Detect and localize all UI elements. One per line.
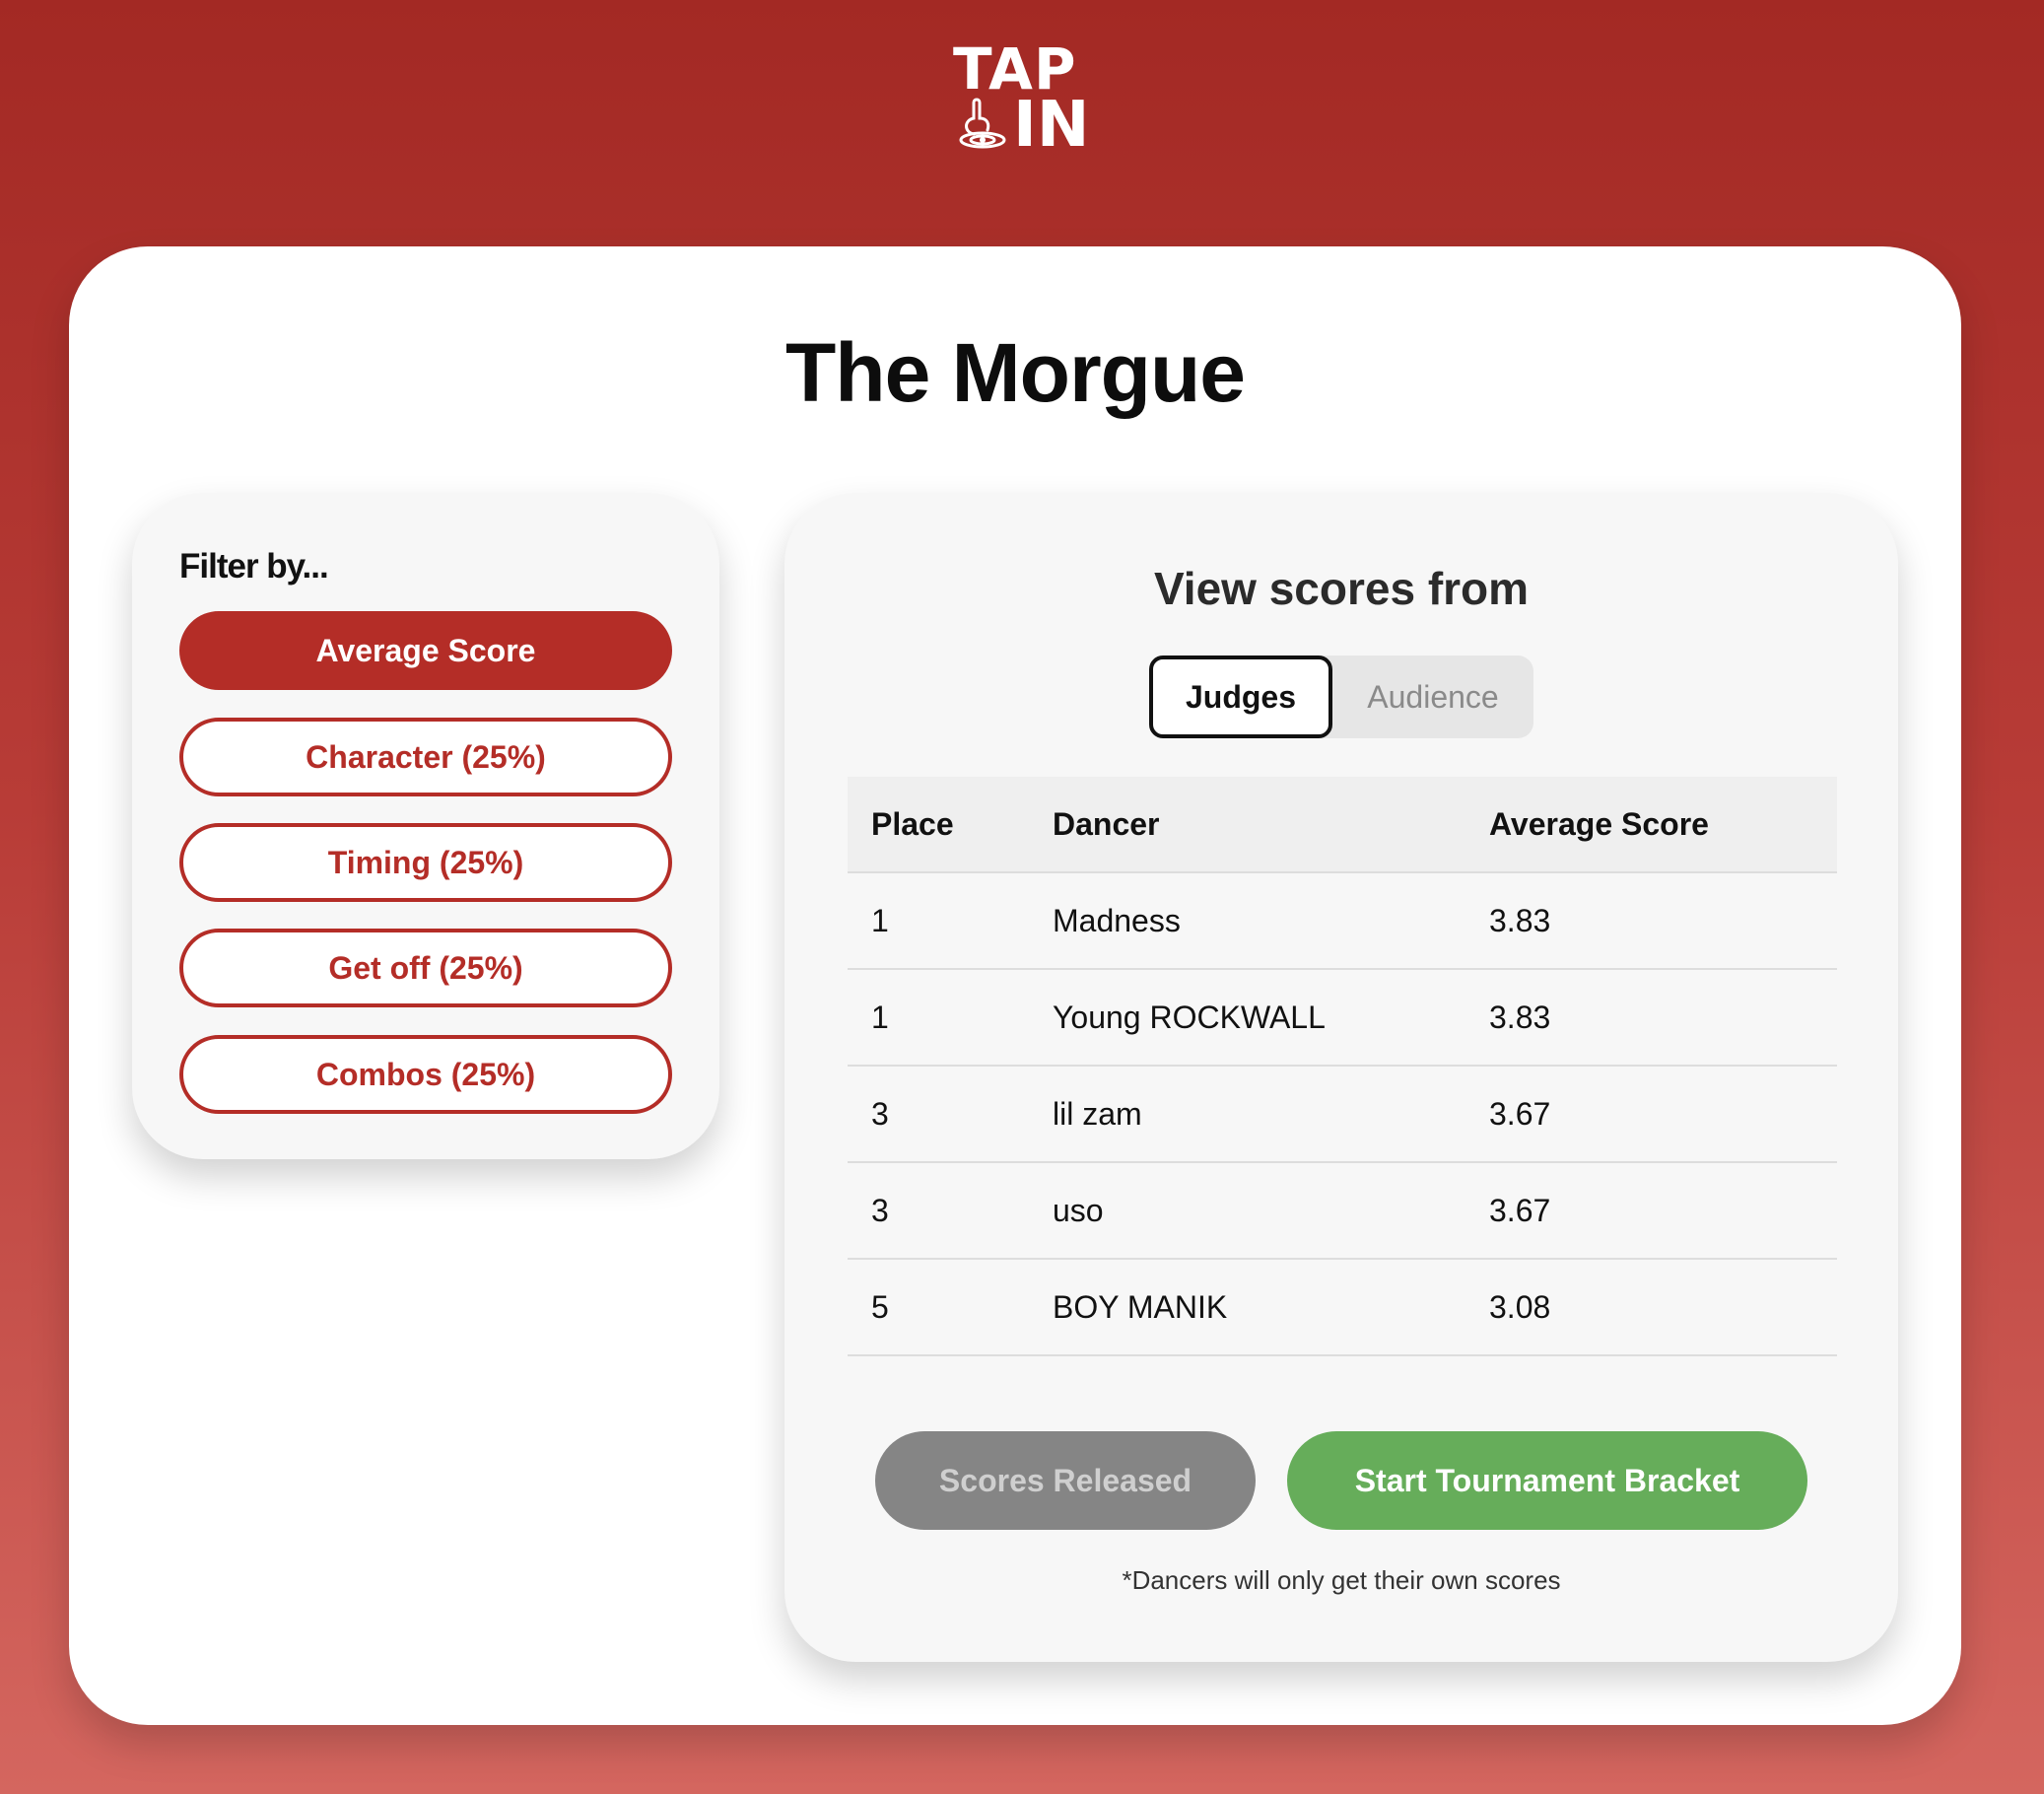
tap-finger-icon bbox=[959, 98, 1006, 149]
row-score: 3.83 bbox=[1489, 902, 1551, 938]
row-dancer: Young ROCKWALL bbox=[1053, 999, 1326, 1035]
scores-released-button[interactable]: Scores Released bbox=[875, 1431, 1256, 1530]
row-score: 3.67 bbox=[1489, 1095, 1551, 1132]
row-dancer: Madness bbox=[1053, 902, 1181, 938]
scores-table: Place Dancer Average Score 1 Madness 3.8… bbox=[848, 777, 1837, 1356]
row-dancer: lil zam bbox=[1053, 1095, 1142, 1132]
filter-panel: Filter by... Average Score Character (25… bbox=[132, 493, 719, 1159]
judges-toggle-button[interactable]: Judges bbox=[1149, 656, 1332, 738]
column-header-dancer[interactable]: Dancer bbox=[1053, 777, 1160, 871]
main-card: The Morgue Filter by... Average Score Ch… bbox=[69, 246, 1961, 1725]
filter-label: Filter by... bbox=[179, 547, 329, 586]
table-row: 5 BOY MANIK 3.08 bbox=[848, 1260, 1837, 1356]
table-header: Place Dancer Average Score bbox=[848, 777, 1837, 873]
row-dancer: BOY MANIK bbox=[1053, 1288, 1228, 1325]
tapin-logo: TAP IN bbox=[946, 35, 1104, 162]
row-place: 1 bbox=[871, 999, 889, 1035]
table-row: 3 lil zam 3.67 bbox=[848, 1067, 1837, 1163]
row-place: 1 bbox=[871, 902, 889, 938]
row-dancer: uso bbox=[1053, 1192, 1104, 1228]
filter-combos-button[interactable]: Combos (25%) bbox=[179, 1035, 672, 1114]
score-source-toggle: Judges Audience bbox=[1149, 656, 1533, 738]
page-title: The Morgue bbox=[785, 326, 1246, 419]
dancers-note: *Dancers will only get their own scores bbox=[1122, 1565, 1561, 1595]
row-place: 3 bbox=[871, 1095, 889, 1132]
audience-toggle-button[interactable]: Audience bbox=[1332, 656, 1533, 738]
row-score: 3.08 bbox=[1489, 1288, 1551, 1325]
scores-heading: View scores from bbox=[1153, 563, 1530, 614]
filter-get-off-button[interactable]: Get off (25%) bbox=[179, 929, 672, 1007]
filter-timing-button[interactable]: Timing (25%) bbox=[179, 823, 672, 902]
filter-average-score-button[interactable]: Average Score bbox=[179, 611, 672, 690]
row-place: 5 bbox=[871, 1288, 889, 1325]
table-row: 1 Young ROCKWALL 3.83 bbox=[848, 970, 1837, 1067]
table-row: 3 uso 3.67 bbox=[848, 1163, 1837, 1260]
row-score: 3.83 bbox=[1489, 999, 1551, 1035]
row-place: 3 bbox=[871, 1192, 889, 1228]
column-header-place[interactable]: Place bbox=[871, 777, 954, 871]
start-bracket-button[interactable]: Start Tournament Bracket bbox=[1287, 1431, 1807, 1530]
scores-panel: View scores from Judges Audience Place D… bbox=[784, 493, 1898, 1662]
filter-character-button[interactable]: Character (25%) bbox=[179, 718, 672, 796]
logo-line2: IN bbox=[1013, 89, 1090, 162]
table-row: 1 Madness 3.83 bbox=[848, 873, 1837, 970]
column-header-score[interactable]: Average Score bbox=[1489, 777, 1709, 871]
row-score: 3.67 bbox=[1489, 1192, 1551, 1228]
